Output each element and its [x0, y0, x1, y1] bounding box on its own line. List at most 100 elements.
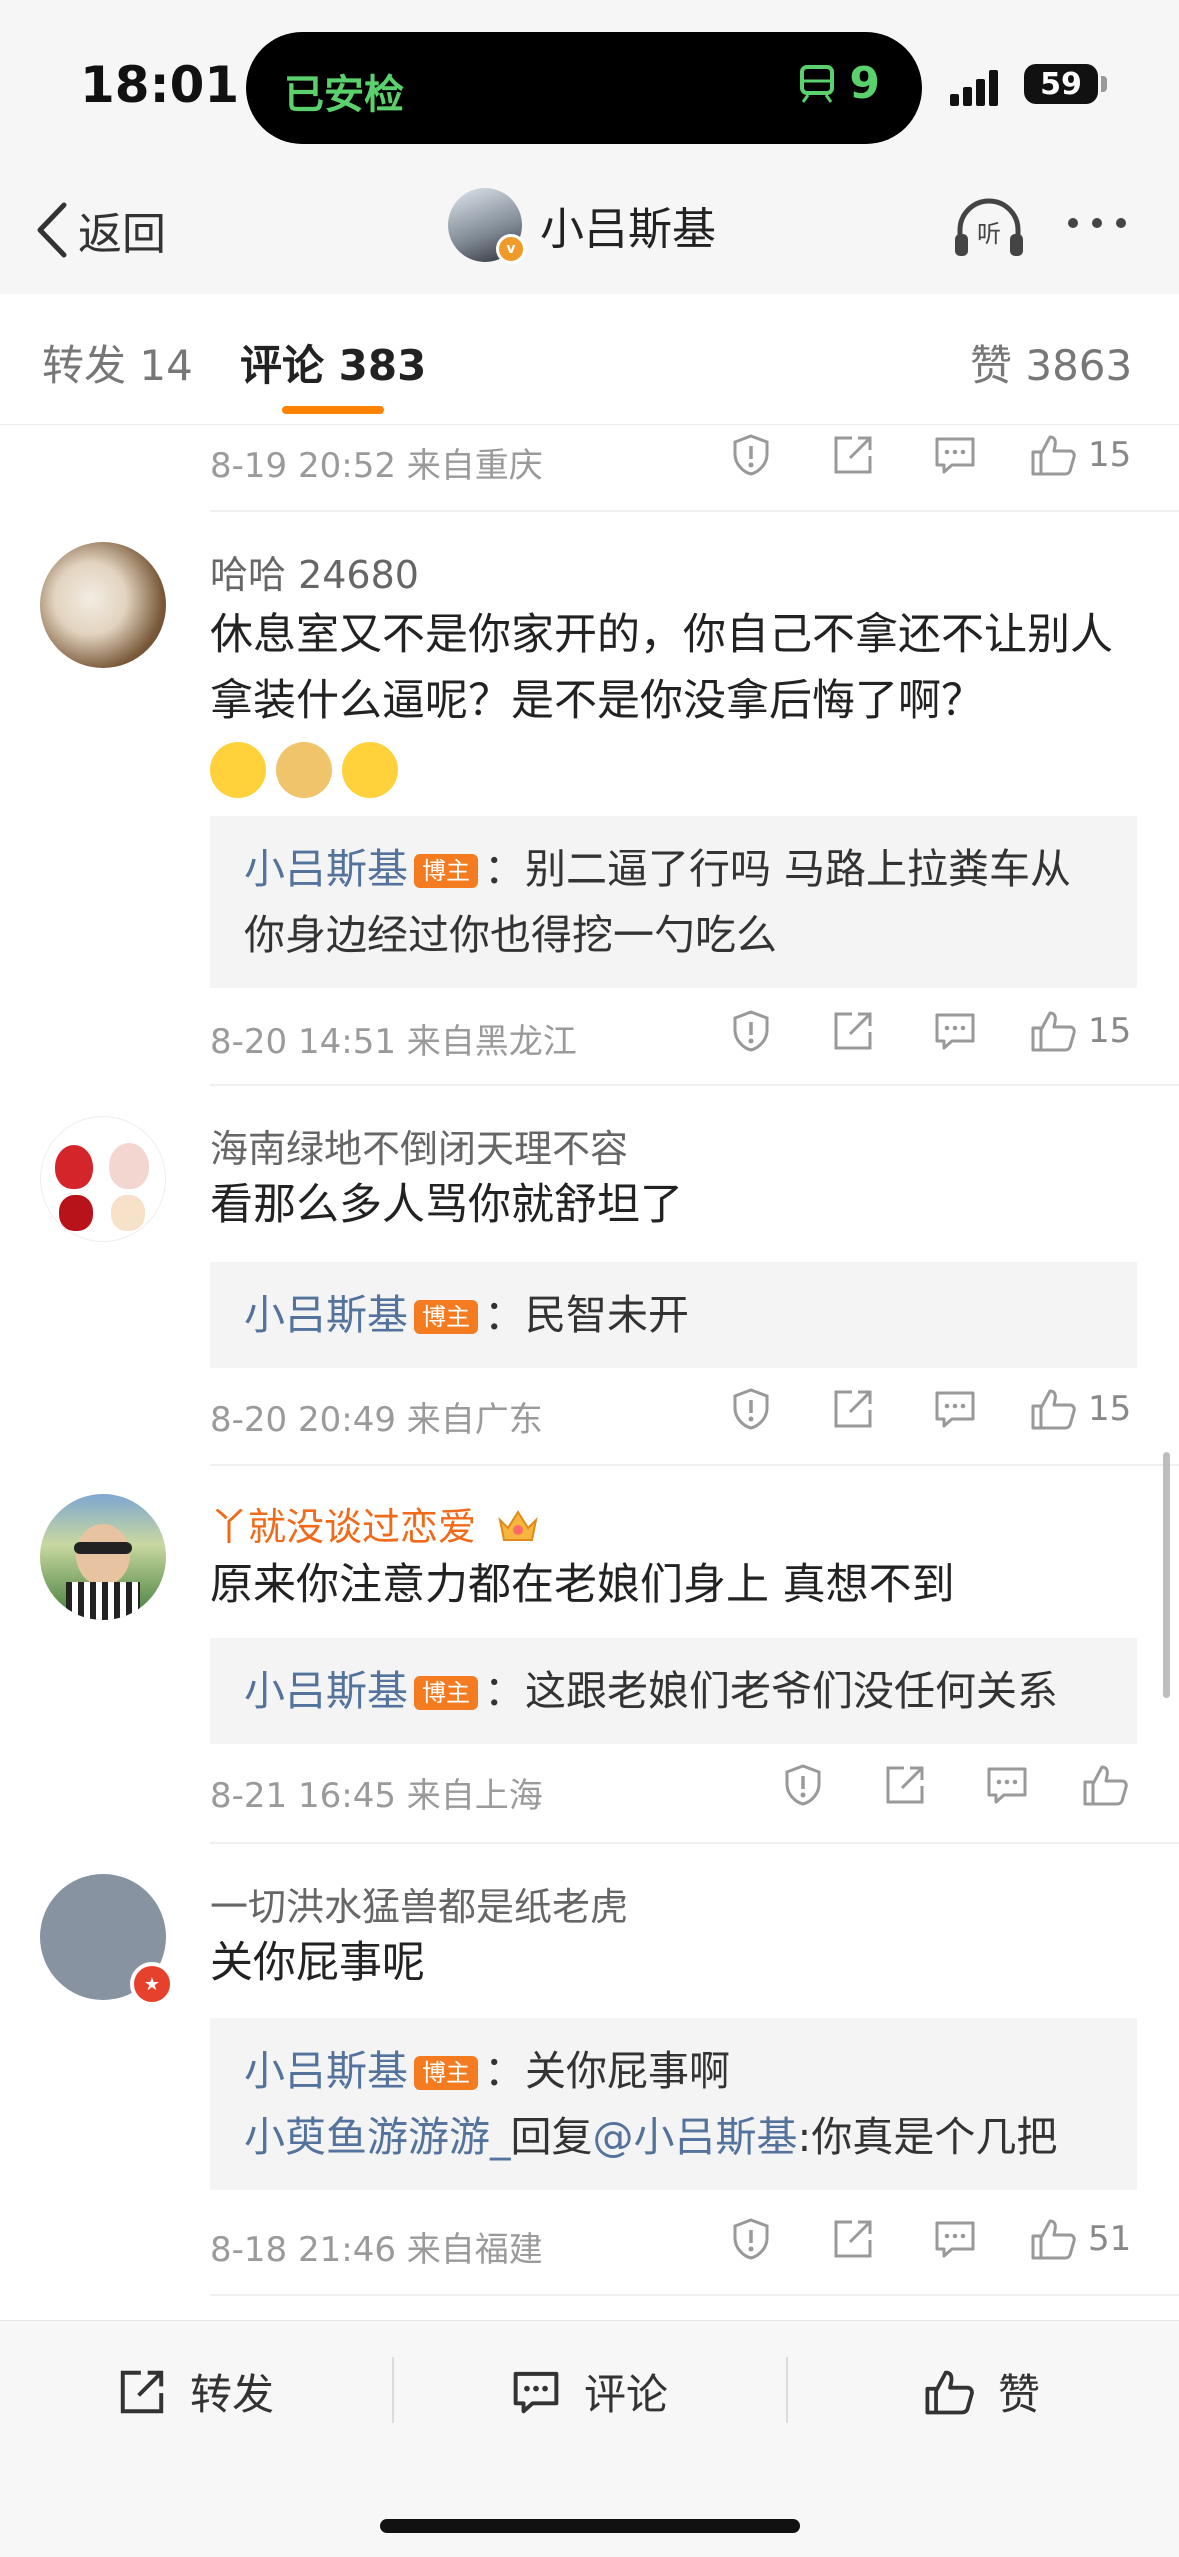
back-button[interactable]: 返回 — [34, 198, 166, 262]
like-button[interactable]: 51 — [1028, 2216, 1131, 2262]
report-icon[interactable] — [780, 1762, 826, 1808]
report-icon[interactable] — [728, 2216, 774, 2262]
nav-bar: 返回 v 小吕斯基 听 — [0, 172, 1179, 295]
like-button[interactable]: 15 — [1028, 1386, 1131, 1432]
comment-icon — [513, 2371, 559, 2413]
comment-username[interactable]: 一切洪水猛兽都是纸老虎 — [210, 1876, 628, 1931]
battery-tip — [1101, 76, 1107, 92]
comment-actions: 51 — [728, 2216, 1131, 2262]
reply-text: ：这跟老娘们老爷们没任何关系 — [484, 1667, 1058, 1715]
comment-text: 看那么多人骂你就舒坦了 — [210, 1180, 683, 1230]
reply-icon[interactable] — [932, 1008, 978, 1054]
comment-meta: 8-20 20:49 来自广东 — [210, 1400, 543, 1440]
thumbs-up-icon — [1031, 2219, 1076, 2260]
crown-badge-icon — [498, 1510, 538, 1541]
share-icon[interactable] — [882, 1762, 928, 1808]
avatar[interactable] — [40, 542, 166, 668]
host-badge: 博主 — [414, 854, 478, 888]
reply-username[interactable]: 小萸鱼游游游_ — [244, 2113, 511, 2161]
divider — [786, 2357, 788, 2423]
island-indicator: 9 — [799, 58, 880, 109]
like-button[interactable]: 15 — [1028, 432, 1131, 478]
tab-repost[interactable]: 转发 14 — [42, 332, 193, 393]
status-time: 18:01 — [80, 56, 240, 114]
bottom-action-bar: 转发 评论 赞 — [0, 2320, 1179, 2557]
divider — [392, 2357, 394, 2423]
comment-button[interactable]: 评论 — [510, 2361, 668, 2422]
like-button[interactable]: 赞 — [922, 2361, 1040, 2422]
island-count: 9 — [849, 58, 880, 109]
reply-icon[interactable] — [932, 2216, 978, 2262]
mention-link[interactable]: @小吕斯基 — [593, 2113, 798, 2161]
reply-icon[interactable] — [932, 432, 978, 478]
report-icon[interactable] — [728, 1386, 774, 1432]
dynamic-island[interactable]: 已安检 9 — [246, 32, 922, 144]
reply-preview[interactable]: 小吕斯基 博主 ：关你屁事啊 小萸鱼游游游_回复@小吕斯基:你真是个几把 — [210, 2018, 1137, 2190]
reply-text: :你真是个几把 — [797, 2113, 1058, 2161]
reply-username[interactable]: 小吕斯基 — [244, 2047, 408, 2095]
report-icon[interactable] — [728, 432, 774, 478]
report-icon[interactable] — [728, 1008, 774, 1054]
more-icon[interactable] — [1068, 218, 1126, 228]
thumbs-up-icon — [1031, 435, 1076, 476]
scrollbar[interactable] — [1163, 1452, 1170, 1698]
home-indicator[interactable] — [380, 2519, 800, 2533]
tab-bar: 转发 14 评论 383 赞 3863 — [0, 294, 1179, 425]
comment-text: 关你屁事呢 — [210, 1938, 425, 1988]
reply-preview[interactable]: 小吕斯基 博主 ：别二逼了行吗 马路上拉粪车从你身边经过你也得挖一勺吃么 — [210, 816, 1137, 988]
tab-active-indicator — [282, 406, 384, 414]
doge-emoji-icon — [276, 741, 332, 798]
vip-username: 丫就没谈过恋爱 — [210, 1505, 477, 1549]
share-icon[interactable] — [830, 432, 876, 478]
reply-username[interactable]: 小吕斯基 — [244, 1291, 408, 1339]
host-badge: 博主 — [414, 1300, 478, 1334]
comment-username[interactable]: 海南绿地不倒闭天理不容 — [210, 1118, 628, 1173]
comment-meta: 8-18 21:46 来自福建 — [210, 2230, 543, 2270]
avatar[interactable]: ★ — [40, 1874, 174, 2006]
thinking-emoji-icon — [342, 741, 398, 798]
nav-profile[interactable]: v 小吕斯基 — [448, 188, 716, 264]
tab-comments[interactable]: 评论 383 — [240, 332, 426, 393]
share-icon[interactable] — [830, 1386, 876, 1432]
laughing-crying-emoji-icon — [210, 741, 266, 798]
share-icon[interactable] — [830, 1008, 876, 1054]
like-count: 15 — [1088, 1011, 1132, 1051]
reply-username[interactable]: 小吕斯基 — [244, 1667, 408, 1715]
like-button[interactable]: 15 — [1028, 1008, 1131, 1054]
user-level-badge-icon: ★ — [130, 1962, 174, 2006]
comment-username[interactable]: 丫就没谈过恋爱 — [210, 1496, 540, 1551]
tab-likes[interactable]: 赞 3863 — [970, 332, 1132, 393]
comment-meta: 8-20 14:51 来自黑龙江 — [210, 1022, 577, 1062]
comment-label: 评论 — [584, 2370, 669, 2419]
like-count: 51 — [1088, 2219, 1132, 2259]
comment-body: 休息室又不是你家开的，你自己不拿还不让别人拿装什么逼呢？是不是你没拿后悔了啊？ — [210, 610, 1113, 726]
comment-username[interactable]: 哈哈 24680 — [210, 544, 419, 599]
avatar[interactable] — [40, 1494, 166, 1620]
cellular-signal-icon — [950, 70, 998, 106]
comment-text: 原来你注意力都在老娘们身上 真想不到 — [210, 1560, 955, 1610]
like-label: 赞 — [998, 2370, 1041, 2419]
reply-preview[interactable]: 小吕斯基 博主 ：这跟老娘们老爷们没任何关系 — [210, 1638, 1137, 1744]
reply-icon[interactable] — [984, 1762, 1030, 1808]
reply-icon[interactable] — [932, 1386, 978, 1432]
avatar[interactable] — [40, 1116, 166, 1242]
comment-actions: 15 — [728, 1386, 1131, 1432]
comment-actions: 15 — [728, 1008, 1131, 1054]
share-icon — [120, 2370, 164, 2413]
divider — [210, 1842, 1179, 1844]
listen-icon[interactable]: 听 — [952, 196, 1026, 260]
reply-username[interactable]: 小吕斯基 — [244, 845, 408, 893]
comment-meta: 8-19 20:52 来自重庆 — [210, 446, 543, 486]
share-icon[interactable] — [830, 2216, 876, 2262]
thumbs-up-icon — [1031, 1389, 1076, 1430]
like-button[interactable] — [1080, 1762, 1140, 1808]
like-count: 15 — [1088, 1389, 1132, 1429]
page-title: 小吕斯基 — [540, 204, 716, 255]
comment-text: 休息室又不是你家开的，你自己不拿还不让别人拿装什么逼呢？是不是你没拿后悔了啊？ — [210, 602, 1140, 800]
comment-meta: 8-21 16:45 来自上海 — [210, 1776, 543, 1816]
repost-label: 转发 — [190, 2370, 275, 2419]
thumbs-up-icon — [925, 2370, 974, 2414]
reply-preview[interactable]: 小吕斯基 博主 ：民智未开 — [210, 1262, 1137, 1368]
repost-button[interactable]: 转发 — [116, 2361, 274, 2422]
avatar[interactable]: v — [448, 188, 526, 264]
